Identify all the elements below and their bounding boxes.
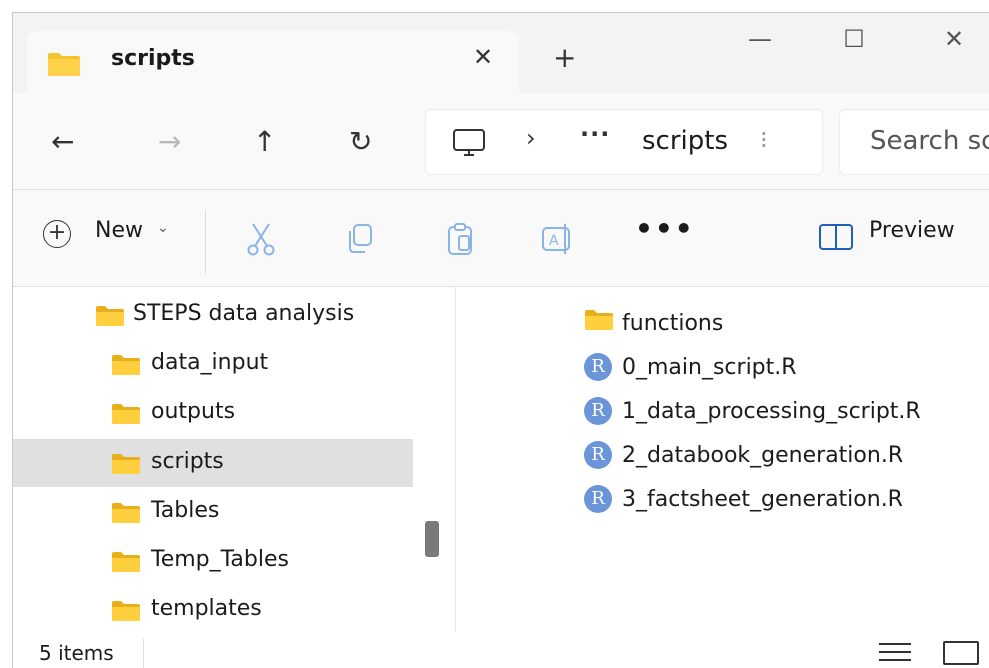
tab-title: scripts [111,46,195,71]
navigation-pane-scrollbar[interactable] [425,521,439,557]
back-button[interactable]: ← [51,125,74,158]
file-explorer-window: scripts ✕ + — ☐ ✕ ← → ↑ ↻ › ··· scripts … [12,12,989,668]
more-options-button[interactable]: ••• [635,212,695,245]
sidebar-item-label: STEPS data analysis [133,301,355,326]
status-divider [143,639,144,668]
navigation-pane: STEPS data analysis data_input outputs s… [13,287,456,631]
sidebar-item-label: Temp_Tables [151,547,289,572]
forward-button[interactable]: → [158,125,181,158]
command-bar: + New ⌄ A ••• Preview [13,190,989,287]
sidebar-item-label: scripts [151,449,224,474]
rename-icon[interactable]: A [541,222,573,256]
copy-icon[interactable] [343,222,375,256]
r-file-icon: R [584,353,612,381]
file-name: 3_factsheet_generation.R [622,487,903,512]
up-button[interactable]: ↑ [253,125,276,158]
folder-icon [584,309,614,335]
maximize-button[interactable]: ☐ [829,25,879,53]
status-bar: 5 items [13,631,989,668]
breadcrumb-separator-icon[interactable]: ⁝ [760,126,768,154]
preview-pane-icon [819,224,853,250]
folder-icon [111,600,141,626]
breadcrumb-overflow-button[interactable]: ··· [580,120,610,148]
toolbar-divider [205,210,206,274]
navigation-bar: ← → ↑ ↻ › ··· scripts ⁝ Search scripts [13,93,989,190]
folder-icon [47,51,81,81]
file-name: 0_main_script.R [622,355,797,380]
sidebar-item-scripts[interactable]: scripts [13,439,413,487]
folder-icon [111,403,141,429]
close-window-button[interactable]: ✕ [929,25,979,53]
file-list: functions R 0_main_script.R R 1_data_pro… [456,287,989,631]
file-name: 1_data_processing_script.R [622,399,921,424]
item-count: 5 items [39,641,114,665]
sidebar-item-label: templates [151,596,262,621]
minimize-button[interactable]: — [735,25,785,53]
plus-circle-icon: + [43,220,71,248]
file-name: 2_databook_generation.R [622,443,904,468]
sidebar-item-temp-tables[interactable]: Temp_Tables [111,537,413,585]
sidebar-item-label: Tables [151,498,220,523]
search-input[interactable]: Search scripts [870,126,989,156]
file-name: functions [622,311,724,336]
preview-label: Preview [869,218,955,243]
this-pc-icon[interactable] [452,128,486,162]
sidebar-item-steps-data-analysis[interactable]: STEPS data analysis [95,291,415,339]
address-bar[interactable]: › ··· scripts ⁝ [425,109,823,175]
folder-icon [111,453,141,479]
details-view-icon[interactable] [879,643,911,667]
sidebar-item-label: outputs [151,399,236,424]
new-tab-button[interactable]: + [553,41,576,74]
sidebar-item-outputs[interactable]: outputs [111,389,413,437]
title-bar: scripts ✕ + — ☐ ✕ [13,13,989,93]
paste-icon[interactable] [445,222,477,256]
sidebar-item-templates[interactable]: templates [111,586,413,634]
search-box[interactable]: Search scripts [839,109,989,175]
tab-scripts[interactable]: scripts ✕ [27,31,519,93]
folder-icon [111,551,141,577]
chevron-down-icon: ⌄ [157,220,169,236]
sidebar-item-tables[interactable]: Tables [111,488,413,536]
r-file-icon: R [584,441,612,469]
r-file-icon: R [584,397,612,425]
folder-icon [111,354,141,380]
tiles-view-icon[interactable] [943,641,979,665]
sidebar-item-label: data_input [151,350,269,375]
svg-text:A: A [549,233,559,249]
new-button-label: New [95,218,143,243]
refresh-button[interactable]: ↻ [349,125,372,158]
folder-icon [111,502,141,528]
r-file-icon: R [584,485,612,513]
folder-icon [95,305,125,331]
breadcrumb-current-folder[interactable]: scripts [642,126,728,156]
cut-icon[interactable] [245,222,277,256]
breadcrumb-chevron-icon[interactable]: › [526,124,536,152]
close-tab-icon[interactable]: ✕ [473,43,493,71]
sidebar-item-data-input[interactable]: data_input [111,340,413,388]
